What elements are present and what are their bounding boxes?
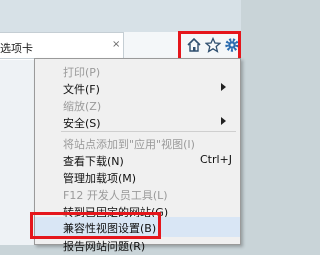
menu-item-label: 报告网站问题(R)	[63, 240, 146, 253]
tab-title: 选项卡	[0, 42, 33, 55]
close-tab-icon[interactable]: ×	[112, 39, 120, 50]
menu-item-label: 安全(S)	[63, 117, 101, 130]
menu-separator	[61, 131, 236, 132]
menu-item-safety[interactable]: 安全(S)	[35, 112, 240, 132]
submenu-arrow-icon	[221, 117, 226, 125]
compat-view-highlight-box	[30, 212, 161, 239]
title-bar	[0, 0, 241, 32]
menu-item-shortcut: Ctrl+J	[199, 153, 232, 166]
browser-tab[interactable]: 选项卡 ×	[0, 32, 124, 59]
page-content-area	[0, 60, 34, 245]
submenu-arrow-icon	[221, 83, 226, 91]
